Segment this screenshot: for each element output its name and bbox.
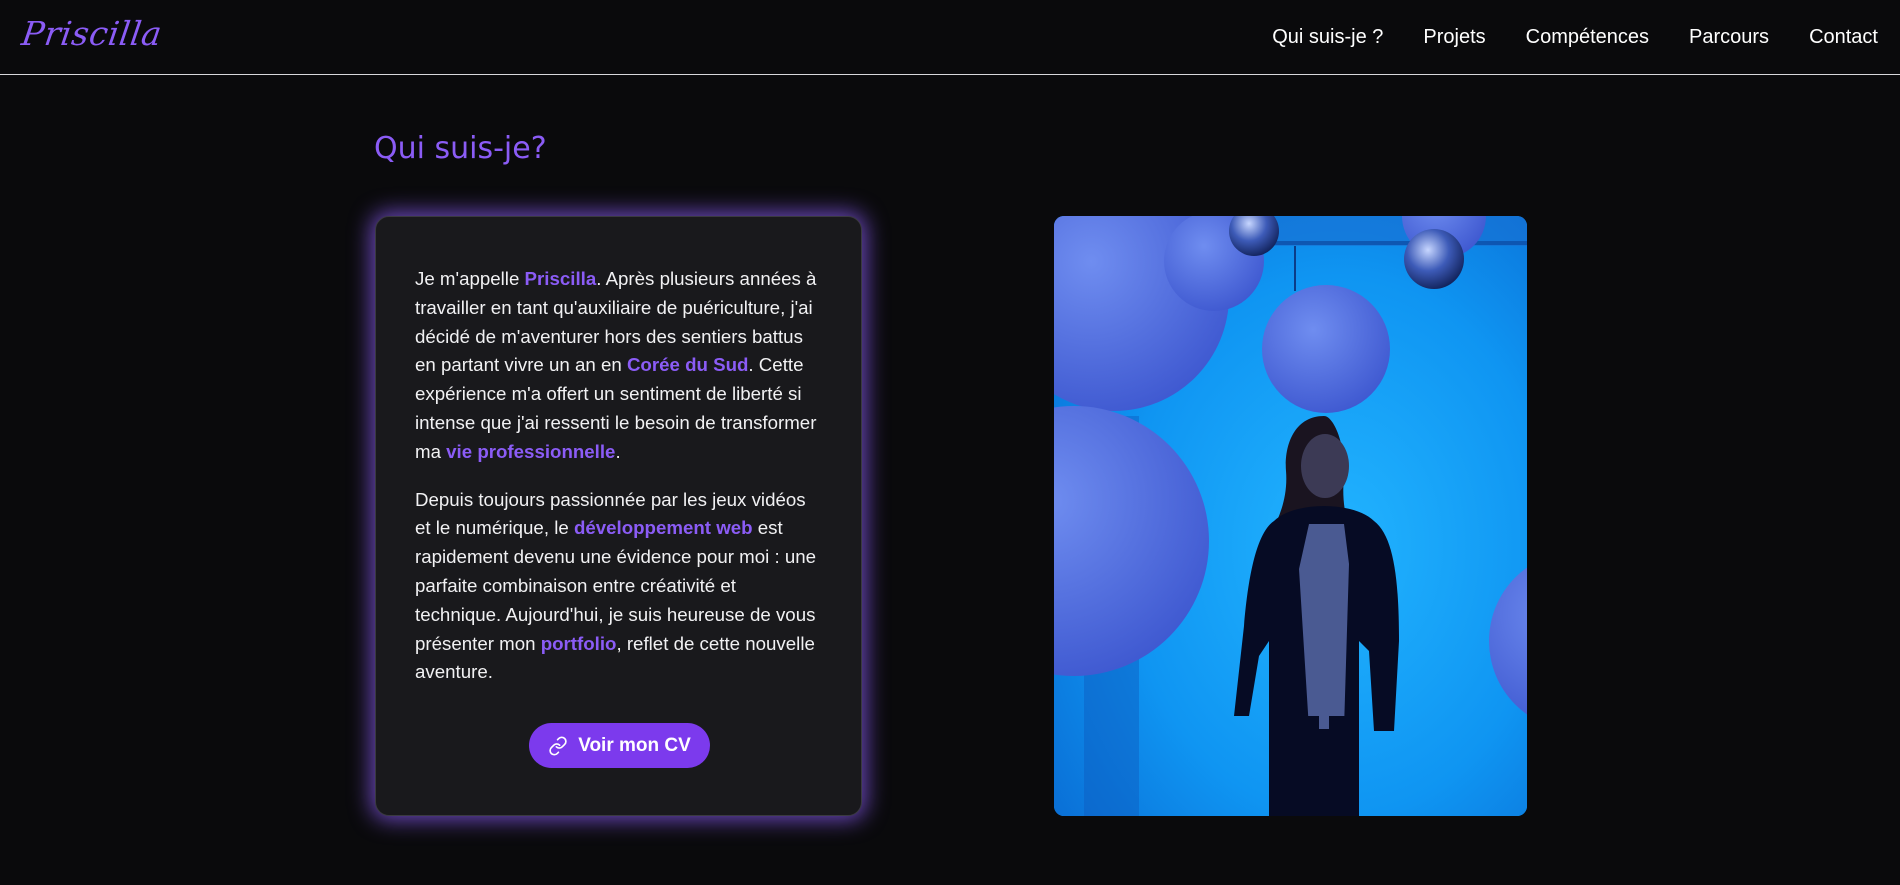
- main-nav: Qui suis-je ? Projets Compétences Parcou…: [1272, 0, 1878, 74]
- nav-link-contact[interactable]: Contact: [1809, 26, 1878, 49]
- about-paragraph-2: Depuis toujours passionnée par les jeux …: [415, 486, 823, 688]
- highlight-name: Priscilla: [524, 268, 597, 289]
- site-logo[interactable]: Priscilla: [19, 14, 164, 53]
- highlight-career: vie professionnelle: [446, 440, 616, 462]
- section-title: Qui suis-je?: [374, 131, 547, 166]
- site-header: Priscilla Qui suis-je ? Projets Compéten…: [0, 0, 1900, 75]
- highlight-country: Corée du Sud: [626, 354, 749, 376]
- nav-link-projets[interactable]: Projets: [1423, 26, 1485, 49]
- about-paragraph-1: Je m'appelle Priscilla. Après plusieurs …: [415, 265, 823, 467]
- nav-link-competences[interactable]: Compétences: [1526, 26, 1649, 49]
- link-icon: [548, 735, 568, 756]
- highlight-portfolio: portfolio: [540, 632, 617, 654]
- nav-link-qui-suis-je[interactable]: Qui suis-je ?: [1272, 26, 1383, 49]
- highlight-webdev: développement web: [573, 517, 753, 539]
- text: Je m'appelle: [415, 268, 525, 289]
- text: .: [615, 440, 621, 462]
- portrait-photo: [1054, 216, 1527, 816]
- nav-link-parcours[interactable]: Parcours: [1689, 26, 1769, 49]
- view-cv-label: Voir mon CV: [578, 734, 691, 756]
- about-card: Je m'appelle Priscilla. Après plusieurs …: [375, 216, 862, 816]
- view-cv-button[interactable]: Voir mon CV: [529, 723, 710, 768]
